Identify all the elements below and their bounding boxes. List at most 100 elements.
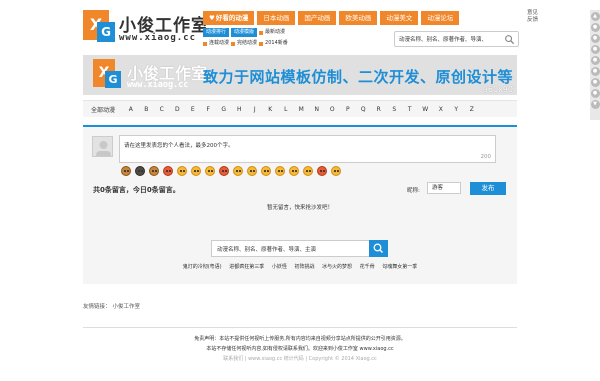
rail-icon[interactable]: ● (590, 56, 600, 65)
letter-item[interactable]: Y (449, 106, 465, 113)
rail-icon[interactable]: ● (590, 34, 600, 43)
nav-item-haokan[interactable]: ♥好看的动漫 (203, 11, 255, 25)
letter-item[interactable]: Q (356, 106, 372, 113)
emoji-icon[interactable] (149, 166, 159, 176)
letter-item[interactable]: K (263, 106, 279, 113)
site-logo[interactable]: X G 小俊工作室 www.xiaog.cc (83, 8, 223, 46)
nav-item-riben[interactable]: 日本动画 (257, 11, 296, 25)
logo-mark-icon: X G (83, 10, 117, 42)
search-icon[interactable] (504, 34, 515, 45)
char-counter: 200 (480, 154, 492, 160)
letter-item[interactable]: M (294, 106, 310, 113)
comment-placeholder: 请在这里发表您的个人看法，最多200个字。 (124, 143, 234, 149)
letter-item[interactable]: X (433, 106, 449, 113)
emoji-icon[interactable] (331, 166, 341, 176)
subnav-item-2014[interactable]: 2014新番 (259, 39, 288, 48)
subnav-item-template[interactable]: 动漫模版 (231, 28, 258, 37)
letter-item[interactable]: T (402, 106, 418, 113)
nav-item-luntan[interactable]: 动漫论坛 (421, 11, 460, 25)
letter-item[interactable]: L (278, 106, 294, 113)
rail-icon[interactable]: ● (590, 78, 600, 87)
comment-textarea[interactable]: 请在这里发表您的个人看法，最多200个字。 200 (119, 135, 496, 163)
rail-icon[interactable]: ● (590, 89, 600, 98)
rail-up-icon[interactable]: ▲ (590, 12, 600, 21)
subnav-label: 完结动漫 (237, 40, 258, 46)
letter-item[interactable]: S (387, 106, 403, 113)
hot-keyword[interactable]: 冰与火的梦想 (322, 264, 352, 270)
emoji-icon[interactable] (205, 166, 215, 176)
bullet-icon (203, 41, 207, 46)
top-search-input[interactable]: 动漫名称、别名、原著作者、导演、 (394, 31, 519, 47)
banner-logo-icon: X G (93, 59, 123, 89)
main-nav: ♥好看的动漫 日本动画 国产动画 欧美动画 动漫美文 动漫论坛 (203, 11, 462, 25)
emoji-icon[interactable] (303, 166, 313, 176)
rail-icon[interactable]: ● (590, 23, 600, 32)
feedback-link[interactable]: 意见 反馈 (527, 10, 538, 24)
emoji-icon[interactable] (261, 166, 271, 176)
hot-keyword[interactable]: 小妖怪 (272, 264, 287, 270)
letter-item[interactable]: Z (464, 106, 480, 113)
letter-all[interactable]: 全部动漫 (83, 105, 123, 114)
bullet-icon (231, 41, 236, 46)
lower-search-input[interactable]: 动漫名称、别名、原著作者、导演、主演 (211, 240, 371, 257)
emoji-icon[interactable] (121, 166, 131, 176)
rail-icon[interactable]: ● (590, 67, 600, 76)
letter-item[interactable]: E (185, 106, 201, 113)
footer: 免责声明：本站不提供任何视听上传服务,所有内容均来自视频分享站点所提供的公开引用… (83, 334, 517, 364)
letter-item[interactable]: H (232, 106, 248, 113)
hot-keyword[interactable]: 进都疯狂第三季 (229, 264, 264, 270)
letter-item[interactable]: G (216, 106, 232, 113)
heart-icon: ♥ (209, 14, 215, 22)
hot-keyword[interactable]: 花千骨 (360, 264, 375, 270)
emoji-icon[interactable] (163, 166, 173, 176)
subnav-item-finished[interactable]: 完结动漫 (231, 39, 257, 48)
sub-nav: 动漫排行 动漫模版 最新动漫 连载动漫 完结动漫 2014新番 (203, 28, 307, 50)
rail-icon[interactable]: ● (590, 45, 600, 54)
emoji-icon[interactable] (191, 166, 201, 176)
emoji-icon[interactable] (233, 166, 243, 176)
letter-item[interactable]: D (170, 106, 186, 113)
emoji-icon[interactable] (135, 166, 145, 176)
subnav-label: 动漫模版 (234, 29, 255, 35)
footer-disclaimer: 免责声明：本站不提供任何视听上传服务,所有内容均来自视频分享站点所提供的公开引用… (194, 336, 406, 342)
subnav-item-latest[interactable]: 最新动漫 (259, 28, 285, 37)
letter-item[interactable]: B (139, 106, 155, 113)
hot-keywords: 鬼灯的冷彻(粤语) 进都疯狂第三季 小妖怪 初阵挑战 冰与火的梦想 花千骨 勾魂… (83, 263, 517, 270)
feedback-label-2: 反馈 (527, 17, 539, 23)
emoji-icon[interactable] (275, 166, 285, 176)
emoji-icon[interactable] (177, 166, 187, 176)
nav-item-guochan[interactable]: 国产动画 (298, 11, 337, 25)
friend-link[interactable]: 小俊工作室 (113, 304, 141, 310)
letter-item[interactable]: C (154, 106, 170, 113)
rail-down-icon[interactable]: ▼ (590, 100, 600, 109)
nickname-input[interactable]: 游客 (427, 182, 461, 194)
hot-keyword[interactable]: 勾魂舞女第一季 (382, 264, 417, 270)
subnav-item-rank[interactable]: 动漫排行 (203, 28, 230, 37)
nav-item-meiwen[interactable]: 动漫美文 (380, 11, 419, 25)
lower-search-placeholder: 动漫名称、别名、原著作者、导演、主演 (217, 247, 317, 253)
letter-item[interactable]: F (201, 106, 217, 113)
letter-item[interactable]: N (309, 106, 325, 113)
emoji-icon[interactable] (219, 166, 229, 176)
emoji-icon[interactable] (247, 166, 257, 176)
footer-divider (83, 327, 517, 328)
subnav-label: 最新动漫 (265, 29, 286, 35)
hot-keyword[interactable]: 初阵挑战 (294, 264, 314, 270)
letter-item[interactable]: O (325, 106, 341, 113)
letter-item[interactable]: W (418, 106, 434, 113)
ad-banner[interactable]: X G 小俊工作室 www.xiaog.cc 致力于网站模板仿制、二次开发、原创… (83, 55, 517, 95)
nav-item-oumei[interactable]: 欧美动画 (339, 11, 378, 25)
comment-count: 共0条留言，今日0条留言。 (93, 186, 180, 194)
subnav-label: 动漫排行 (206, 29, 227, 35)
letter-item[interactable]: A (123, 106, 139, 113)
publish-button[interactable]: 发布 (470, 182, 506, 195)
emoji-icon[interactable] (317, 166, 327, 176)
comment-section: 请在这里发表您的个人看法，最多200个字。 200 共0条留言，今日0条留言。 … (83, 125, 517, 235)
letter-item[interactable]: P (340, 106, 356, 113)
subnav-item-serial[interactable]: 连载动漫 (203, 39, 229, 48)
hot-keyword[interactable]: 鬼灯的冷彻(粤语) (183, 264, 222, 270)
emoji-icon[interactable] (289, 166, 299, 176)
letter-item[interactable]: R (371, 106, 387, 113)
lower-search-button[interactable] (369, 240, 388, 257)
letter-item[interactable]: J (247, 106, 263, 113)
